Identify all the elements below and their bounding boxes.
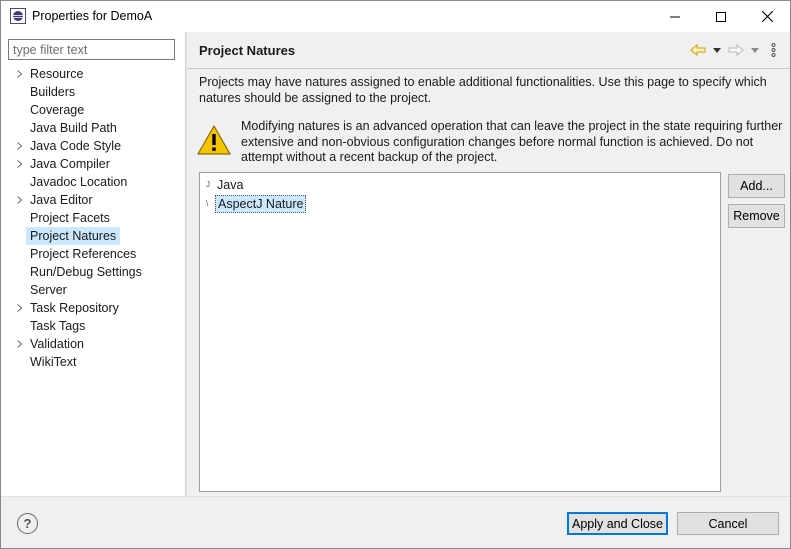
- tree-item[interactable]: WikiText: [26, 353, 81, 371]
- warning-icon: [197, 125, 231, 155]
- expand-chevron-icon[interactable]: [15, 335, 23, 353]
- back-button[interactable]: [690, 42, 706, 58]
- property-page: Project Natures Projects may have nature…: [187, 32, 790, 496]
- tree-item[interactable]: Coverage: [26, 101, 88, 119]
- nature-icon: \: [206, 199, 209, 208]
- tree-item[interactable]: Project References: [26, 245, 140, 263]
- expand-chevron-icon[interactable]: [15, 191, 23, 209]
- tree-item[interactable]: Project Facets: [26, 209, 114, 227]
- remove-nature-button[interactable]: Remove: [728, 204, 785, 228]
- minimize-icon: [670, 16, 680, 17]
- tree-item[interactable]: Java Build Path: [26, 119, 121, 137]
- natures-list[interactable]: J Java \ AspectJ Nature: [199, 172, 721, 492]
- tree-item[interactable]: Project Natures: [26, 227, 121, 245]
- nature-label: Java: [217, 178, 244, 192]
- minimize-button[interactable]: [652, 1, 698, 32]
- tree-item[interactable]: Task Repository: [26, 299, 123, 317]
- nature-list-item[interactable]: \ AspectJ Nature: [206, 195, 307, 213]
- tree-item[interactable]: Java Compiler: [26, 155, 114, 173]
- window-title: Properties for DemoA: [32, 9, 153, 23]
- tree-item[interactable]: Java Code Style: [26, 137, 125, 155]
- chevron-down-icon: [713, 47, 721, 53]
- page-header: Project Natures: [187, 32, 790, 68]
- view-menu-button[interactable]: [771, 42, 776, 58]
- close-button[interactable]: [744, 1, 790, 32]
- tree-item[interactable]: Server: [26, 281, 71, 299]
- expand-chevron-icon[interactable]: [15, 299, 23, 317]
- close-icon: [761, 11, 773, 22]
- nature-icon: J: [206, 180, 210, 189]
- tree-item[interactable]: Builders: [26, 83, 79, 101]
- add-nature-button[interactable]: Add...: [728, 174, 785, 198]
- vertical-dots-icon: [771, 43, 776, 57]
- chevron-down-icon: [751, 47, 759, 53]
- help-icon: ?: [23, 516, 32, 531]
- nature-label: AspectJ Nature: [215, 195, 307, 213]
- back-arrow-icon: [690, 44, 706, 56]
- back-history-dropdown[interactable]: [713, 42, 721, 58]
- tree-item[interactable]: Run/Debug Settings: [26, 263, 146, 281]
- tree-item[interactable]: Javadoc Location: [26, 173, 131, 191]
- category-pane: ResourceBuildersCoverageJava Build PathJ…: [1, 32, 185, 496]
- eclipse-app-icon: [10, 8, 26, 24]
- footer-separator: [1, 496, 790, 497]
- page-description: Projects may have natures assigned to en…: [199, 75, 767, 105]
- cancel-button[interactable]: Cancel: [677, 512, 779, 535]
- help-button[interactable]: ?: [17, 513, 38, 534]
- page-title: Project Natures: [199, 43, 296, 58]
- nature-list-item[interactable]: J Java: [206, 176, 245, 194]
- forward-arrow-icon: [728, 44, 744, 56]
- header-separator: [187, 68, 790, 69]
- forward-history-dropdown[interactable]: [751, 42, 759, 58]
- tree-item[interactable]: Resource: [26, 65, 88, 83]
- tree-item[interactable]: Java Editor: [26, 191, 97, 209]
- warning-message: Modifying natures is an advanced operati…: [241, 119, 783, 164]
- properties-dialog: Properties for DemoA ResourceBuildersCov…: [0, 0, 791, 549]
- maximize-icon: [716, 11, 726, 22]
- expand-chevron-icon[interactable]: [15, 65, 23, 83]
- tree-item[interactable]: Task Tags: [26, 317, 89, 335]
- tree-item[interactable]: Validation: [26, 335, 88, 353]
- filter-input[interactable]: [8, 39, 175, 60]
- forward-button[interactable]: [728, 42, 744, 58]
- maximize-button[interactable]: [698, 1, 744, 32]
- expand-chevron-icon[interactable]: [15, 155, 23, 173]
- title-bar: Properties for DemoA: [1, 1, 790, 32]
- expand-chevron-icon[interactable]: [15, 137, 23, 155]
- apply-and-close-button[interactable]: Apply and Close: [567, 512, 668, 535]
